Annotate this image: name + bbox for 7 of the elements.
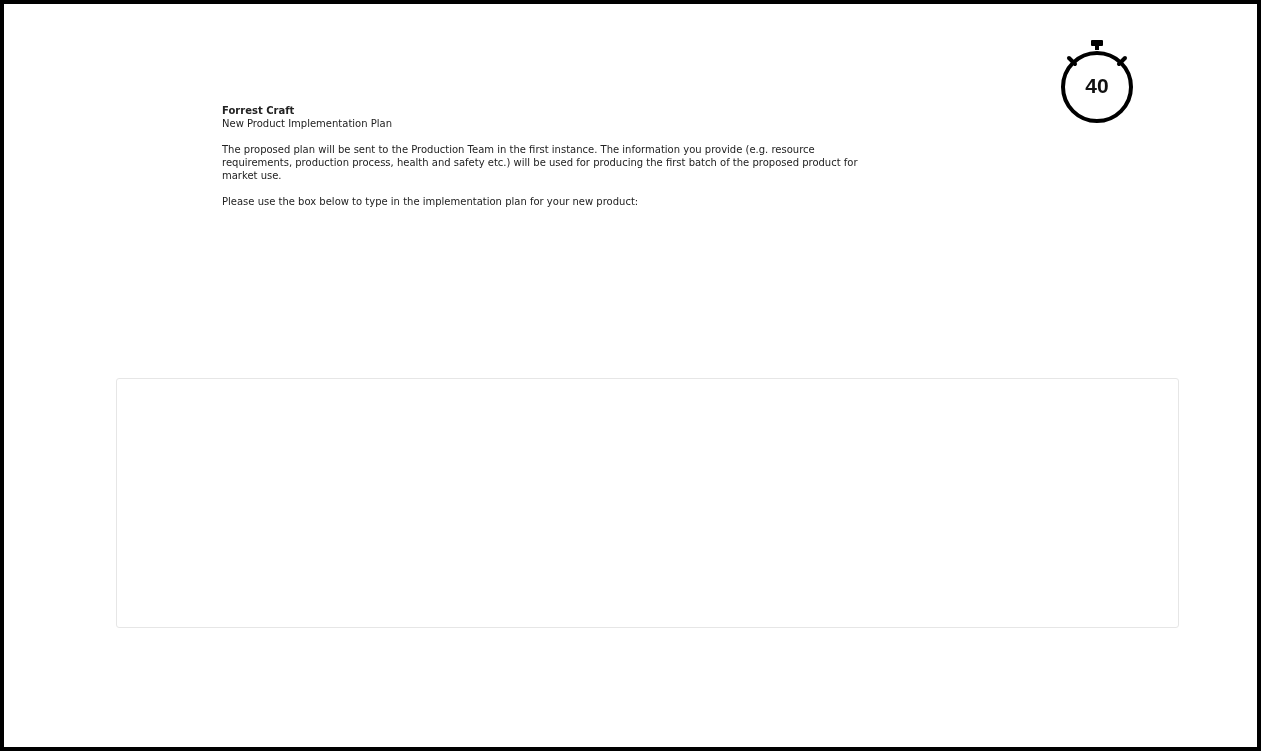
instruction-text: The proposed plan will be sent to the Production Team in the first instance. The information you provide (e.g. resource requirements, production process, health and safety etc.) will be used for producing the first batch of the proposed product for market use. [222,143,859,182]
instruction-text: Please use the box below to type in the implementation plan for your new product: [222,195,640,208]
company-name: Forrest Craft [222,104,296,117]
stopwatch-icon [1059,38,1135,124]
timer-value: 40 [1084,74,1110,98]
plan-title: New Product Implementation Plan [222,117,393,130]
plan-input-field[interactable] [116,378,1179,628]
